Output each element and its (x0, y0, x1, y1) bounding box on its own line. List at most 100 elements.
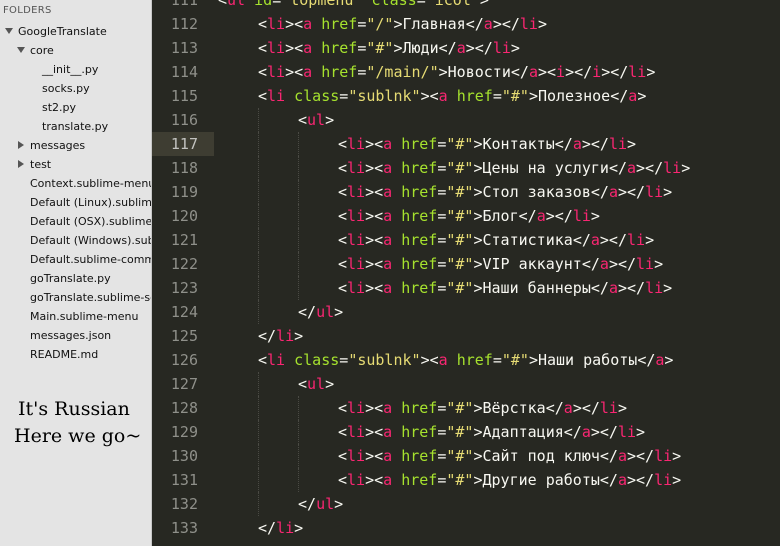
text-token: Статистика (482, 231, 573, 249)
disclosure-open-icon[interactable] (5, 28, 13, 34)
punct-token: < (258, 39, 268, 57)
punct-token: > (438, 63, 448, 81)
punct-token (392, 399, 401, 417)
line-number: 122 (170, 255, 198, 273)
punct-token: < (338, 135, 348, 153)
punct-token: >< (365, 423, 384, 441)
punct-token: </ (563, 423, 582, 441)
punct-token: < (338, 399, 348, 417)
code-line[interactable]: <li><a href="#">Наши баннеры</a></li> (338, 276, 672, 300)
code-line[interactable]: <li><a href="#">Сайт под ключ</a></li> (338, 444, 681, 468)
tag-token: ul (307, 111, 326, 129)
indent-guide (258, 276, 259, 300)
tree-folder-item[interactable]: test (17, 155, 51, 174)
punct-token: > (537, 15, 547, 33)
tree-folder-item[interactable]: core (17, 41, 54, 60)
tree-file-item[interactable]: Default (Windows).subl (30, 231, 151, 250)
code-line[interactable]: <li><a href="#">Люди</a></li> (258, 36, 520, 60)
tree-item-label: Default (Linux).sublime- (30, 196, 152, 209)
tree-item-label: messages.json (30, 329, 112, 342)
code-line[interactable]: <li class="sublnk"><a href="#">Наши рабо… (258, 348, 673, 372)
code-line[interactable]: <ul> (298, 108, 334, 132)
tree-file-item[interactable]: __init__.py (42, 60, 98, 79)
code-line[interactable]: <li><a href="#">Контакты</a></li> (338, 132, 636, 156)
code-line[interactable]: <li><a href="#">Блог</a></li> (338, 204, 600, 228)
text-token: Другие работы (482, 471, 600, 489)
tag-token: a (608, 183, 618, 201)
code-line[interactable]: </ul> (298, 492, 343, 516)
code-line[interactable]: <li><a href="#">Статистика</a></li> (338, 228, 654, 252)
code-line[interactable]: <ul id="topmenu" class="icol"> (218, 0, 489, 12)
disclosure-closed-icon[interactable] (18, 160, 24, 168)
string-token: "#" (501, 351, 529, 369)
line-number: 128 (170, 399, 198, 417)
tag-token: a (383, 255, 393, 273)
code-line[interactable]: <ul> (298, 372, 334, 396)
punct-token: > (325, 375, 335, 393)
tree-file-item[interactable]: goTranslate.py (30, 269, 111, 288)
tree-file-item[interactable]: Default.sublime-comma (30, 250, 151, 269)
punct-token: </ (581, 255, 600, 273)
punct-token (448, 351, 457, 369)
indent-guide (298, 204, 299, 228)
punct-token: </ (258, 327, 277, 345)
code-line[interactable]: </ul> (298, 300, 343, 324)
tag-token: ul (227, 0, 246, 9)
attribute-token: href (401, 399, 438, 417)
punct-token: </ (298, 495, 317, 513)
punct-token: < (338, 231, 348, 249)
code-line[interactable]: <li><a href="#">Цены на услуги</a></li> (338, 156, 690, 180)
punct-token: < (218, 0, 228, 9)
code-line[interactable]: <li><a href="/main/">Новости</a><i></i><… (258, 60, 655, 84)
code-line[interactable]: <li><a href="#">VIP аккаунт</a></li> (338, 252, 663, 276)
tree-file-item[interactable]: st2.py (42, 98, 76, 117)
punct-token: > (325, 111, 335, 129)
code-line[interactable]: </li> (258, 324, 303, 348)
tree-file-item[interactable]: Context.sublime-menu (30, 174, 151, 193)
punct-token: ></ (599, 231, 627, 249)
string-token: "#" (446, 159, 474, 177)
code-line[interactable]: <li><a href="#">Стол заказов</a></li> (338, 180, 672, 204)
indent-guide (298, 468, 299, 492)
tree-file-item[interactable]: Main.sublime-menu (30, 307, 138, 326)
tree-file-item[interactable]: socks.py (42, 79, 90, 98)
tree-file-item[interactable]: translate.py (42, 117, 108, 136)
indent-guide (298, 276, 299, 300)
tree-file-item[interactable]: Default (Linux).sublime- (30, 193, 152, 212)
tag-token: li (347, 447, 366, 465)
punct-token (392, 279, 401, 297)
tree-folder-item[interactable]: messages (17, 136, 85, 155)
code-line[interactable]: <li><a href="#">Адаптация</a></li> (338, 420, 645, 444)
tag-token: li (628, 63, 647, 81)
tag-token: li (627, 231, 646, 249)
code-line[interactable]: <li><a href="/">Главная</a></li> (258, 12, 547, 36)
line-number: 114 (170, 63, 198, 81)
code-line[interactable]: <li><a href="#">Другие работы</a></li> (338, 468, 681, 492)
punct-token: ></ (465, 39, 493, 57)
tree-file-item[interactable]: messages.json (30, 326, 111, 345)
sidebar: FOLDERS GoogleTranslate core __init__.py so… (0, 0, 152, 546)
attribute-token: class (371, 0, 417, 9)
tree-file-item[interactable]: README.md (30, 345, 98, 364)
line-number: 117 (170, 135, 198, 153)
line-number: 121 (170, 231, 198, 249)
tag-token: li (276, 519, 295, 537)
tree-file-item[interactable]: goTranslate.sublime-set (30, 288, 151, 307)
code-line[interactable]: <li><a href="#">Вёрстка</a></li> (338, 396, 627, 420)
tree-folder-item[interactable]: GoogleTranslate (5, 22, 107, 41)
code-line[interactable]: <li class="sublnk"><a href="#">Полезное<… (258, 84, 646, 108)
punct-token (245, 0, 254, 9)
disclosure-closed-icon[interactable] (18, 141, 24, 149)
tree-file-item[interactable]: Default (OSX).sublime-k (30, 212, 151, 231)
indent-guide (258, 228, 259, 252)
line-number: 124 (170, 303, 198, 321)
punct-token (392, 447, 401, 465)
punct-token: > (393, 15, 403, 33)
punct-token: > (294, 327, 304, 345)
punct-token: > (479, 0, 489, 9)
code-editor[interactable]: <ul id="topmenu" class="icol"> <li><a hre… (214, 0, 780, 546)
attribute-token: href (401, 231, 438, 249)
code-line[interactable]: </li> (258, 516, 303, 540)
tag-token: li (267, 39, 286, 57)
disclosure-open-icon[interactable] (17, 47, 25, 53)
